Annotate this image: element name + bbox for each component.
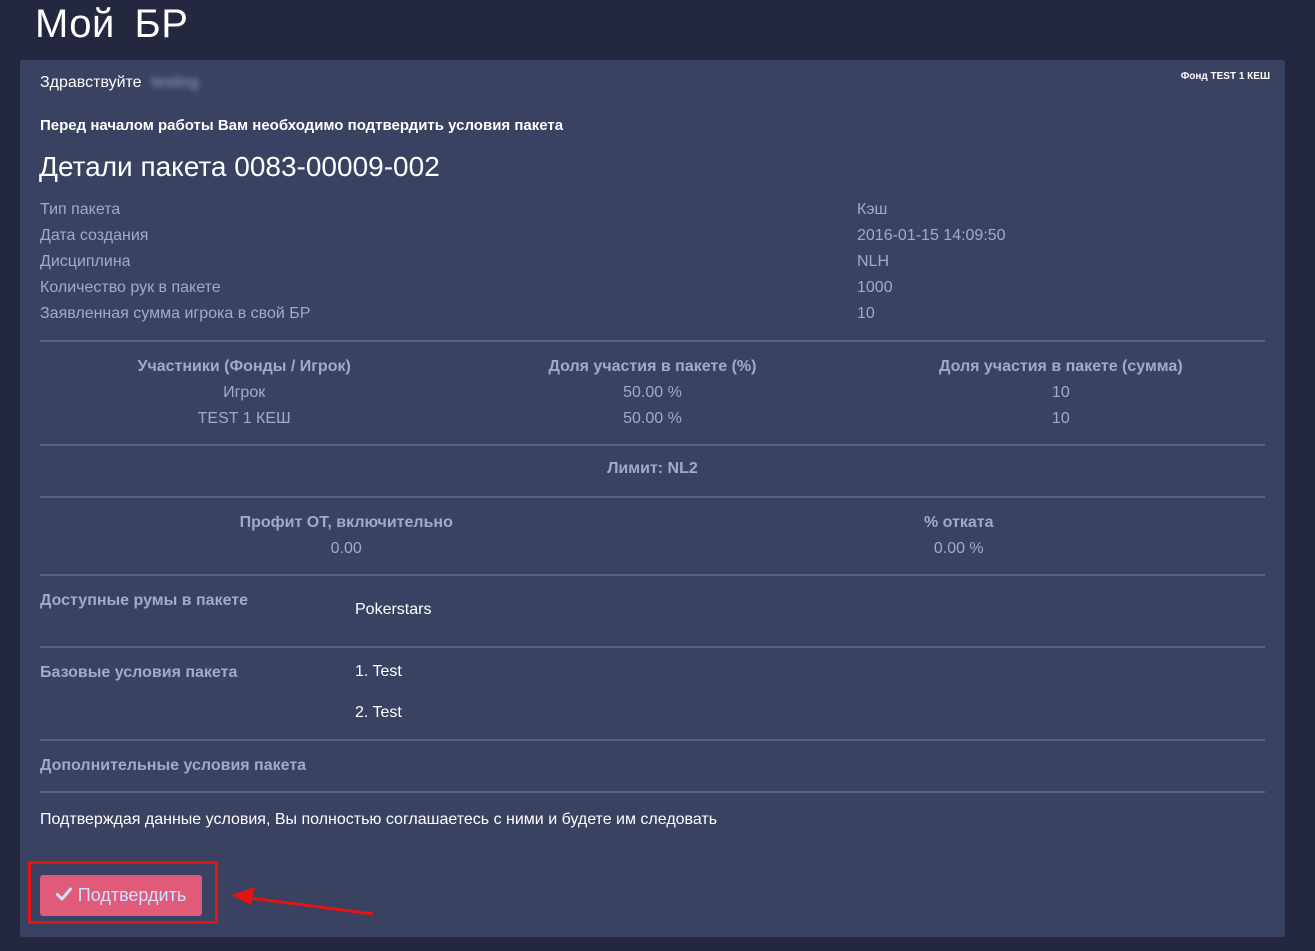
table-row: TEST 1 КЕШ 50.00 % 10 xyxy=(40,408,1265,434)
confirm-button-label: Подтвердить xyxy=(77,885,187,905)
notice-text: Перед началом работы Вам необходимо подт… xyxy=(40,117,564,134)
divider xyxy=(40,791,1265,793)
extra-conditions-label: Дополнительные условия пакета xyxy=(40,757,307,774)
divider xyxy=(40,444,1265,446)
divider xyxy=(40,646,1265,648)
detail-value: NLH xyxy=(857,253,890,270)
rooms-label: Доступные румы в пакете xyxy=(40,592,248,609)
detail-value: 2016-01-15 14:09:50 xyxy=(857,227,1006,244)
column-header: Участники (Фонды / Игрок) xyxy=(137,358,351,375)
table-row: 0.00 0.00 % xyxy=(40,538,1265,564)
table-header-row: Профит ОТ, включительно % отката xyxy=(40,512,1265,538)
table-cell: 0.00 % xyxy=(933,540,984,557)
greeting: Здравствуйте testing xyxy=(40,74,199,92)
divider xyxy=(40,496,1265,498)
detail-label: Дата создания xyxy=(40,227,149,244)
detail-value: Кэш xyxy=(857,201,888,218)
table-cell: 0.00 xyxy=(330,540,362,557)
column-header: Доля участия в пакете (%) xyxy=(548,358,757,375)
detail-label: Дисциплина xyxy=(40,253,131,270)
table-cell: 10 xyxy=(1051,410,1070,427)
divider xyxy=(40,739,1265,741)
table-row: Игрок 50.00 % 10 xyxy=(40,382,1265,408)
detail-row-declared-sum: Заявленная сумма игрока в свой БР 10 xyxy=(40,303,1265,329)
column-header: Доля участия в пакете (сумма) xyxy=(938,358,1183,375)
divider xyxy=(40,574,1265,576)
table-header-row: Участники (Фонды / Игрок) Доля участия в… xyxy=(40,356,1265,382)
column-header: Профит ОТ, включительно xyxy=(239,514,453,531)
base-condition-item: 1. Test xyxy=(355,663,402,680)
check-icon xyxy=(55,885,72,906)
detail-row-discipline: Дисциплина NLH xyxy=(40,251,1265,277)
divider xyxy=(40,340,1265,342)
detail-label: Тип пакета xyxy=(40,201,121,218)
table-cell: TEST 1 КЕШ xyxy=(197,410,291,427)
fund-label: Фонд TEST 1 КЕШ xyxy=(1180,71,1270,82)
greeting-label: Здравствуйте xyxy=(40,74,142,91)
detail-row-hands: Количество рук в пакете 1000 xyxy=(40,277,1265,303)
table-cell: 50.00 % xyxy=(623,384,682,401)
app-title: Мой БР xyxy=(35,2,189,46)
detail-row-type: Тип пакета Кэш xyxy=(40,199,1265,225)
rooms-value: Pokerstars xyxy=(355,601,432,618)
table-cell: 10 xyxy=(1051,384,1070,401)
profit-table: Профит ОТ, включительно % отката 0.00 0.… xyxy=(40,512,1265,564)
detail-label: Количество рук в пакете xyxy=(40,279,221,296)
column-header: % отката xyxy=(923,514,994,531)
confirm-button[interactable]: Подтвердить xyxy=(40,875,202,916)
username: testing xyxy=(151,74,199,91)
detail-value: 1000 xyxy=(857,279,893,296)
package-panel: Здравствуйте testing Фонд TEST 1 КЕШ Пере… xyxy=(20,60,1285,937)
base-conditions-label: Базовые условия пакета xyxy=(40,664,238,681)
detail-value: 10 xyxy=(857,305,875,322)
detail-label: Заявленная сумма игрока в свой БР xyxy=(40,305,311,322)
package-title: Детали пакета 0083-00009-002 xyxy=(39,151,440,182)
confirm-text: Подтверждая данные условия, Вы полностью… xyxy=(40,811,718,828)
participants-table: Участники (Фонды / Игрок) Доля участия в… xyxy=(40,356,1265,434)
table-cell: 50.00 % xyxy=(623,410,682,427)
limit-label: Лимит: NL2 xyxy=(607,460,698,477)
base-condition-item: 2. Test xyxy=(355,704,402,721)
table-cell: Игрок xyxy=(223,384,266,401)
detail-row-created: Дата создания 2016-01-15 14:09:50 xyxy=(40,225,1265,251)
package-details: Тип пакета Кэш Дата создания 2016-01-15 … xyxy=(40,199,1265,329)
